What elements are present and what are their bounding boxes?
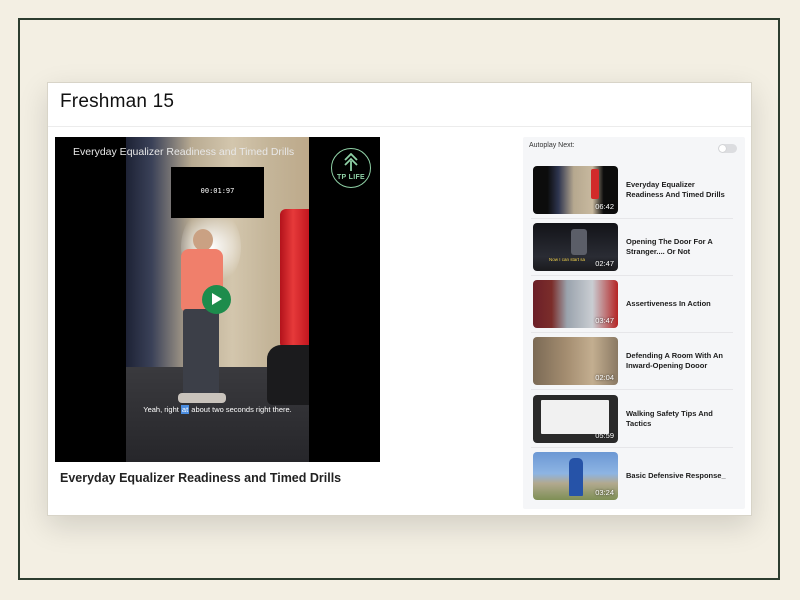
- item-divider: [531, 389, 733, 390]
- video-overlay-title: Everyday Equalizer Readiness and Timed D…: [73, 146, 295, 158]
- person-shoes: [178, 393, 226, 403]
- playlist-item[interactable]: Now I can start sa 02:47 Opening The Doo…: [531, 222, 733, 276]
- autoplay-label: Autoplay Next:: [529, 142, 575, 149]
- video-thumbnail: 06:42: [533, 166, 618, 214]
- video-thumbnail: 03:47: [533, 280, 618, 328]
- autoplay-toggle[interactable]: [718, 144, 737, 153]
- video-thumbnail: Now I can start sa 02:47: [533, 223, 618, 271]
- playlist-item-title: Defending A Room With An Inward-Opening …: [626, 351, 724, 370]
- play-button[interactable]: [202, 285, 231, 314]
- playlist-item[interactable]: 02:04 Defending A Room With An Inward-Op…: [531, 336, 733, 390]
- play-icon: [212, 293, 222, 305]
- caption-highlight: at: [180, 405, 190, 414]
- playlist-sidebar: Autoplay Next: 06:42 Everyday Equalizer …: [523, 137, 745, 509]
- tp-life-logo: TP LIFE: [331, 148, 371, 188]
- playlist-item[interactable]: 03:24 Basic Defensive Response_: [531, 451, 733, 501]
- timer-text: 00:01:97: [200, 187, 235, 195]
- timer-overlay: 00:01:97: [171, 167, 264, 218]
- video-duration: 03:24: [595, 488, 614, 497]
- playlist-item-title: Basic Defensive Response_: [626, 471, 726, 480]
- now-playing-title: Everyday Equalizer Readiness and Timed D…: [60, 471, 342, 485]
- video-thumbnail: 03:24: [533, 452, 618, 500]
- thumbnail-subtitle: Now I can start sa: [549, 257, 586, 262]
- playlist-item-title: Opening The Door For A Stranger.... Or N…: [626, 237, 713, 256]
- chevrons-up-icon: [344, 153, 358, 171]
- item-divider: [531, 447, 733, 448]
- punching-bag: [280, 209, 309, 349]
- video-player[interactable]: Everyday Equalizer Readiness and Timed D…: [55, 137, 380, 462]
- page-card: Freshman 15 Everyday Equalizer Readiness…: [47, 82, 752, 516]
- item-divider: [531, 275, 733, 276]
- playlist-item-title: Everyday Equalizer Readiness And Timed D…: [626, 180, 725, 199]
- video-duration: 02:04: [595, 373, 614, 382]
- video-duration: 03:47: [595, 316, 614, 325]
- video-thumbnail: 05:59: [533, 395, 618, 443]
- subtitle-caption: Yeah, right at about two seconds right t…: [55, 405, 380, 414]
- video-duration: 02:47: [595, 259, 614, 268]
- autoplay-toggle-knob: [719, 145, 726, 152]
- video-duration: 06:42: [595, 202, 614, 211]
- logo-text: TP LIFE: [336, 174, 366, 181]
- page-title: Freshman 15: [60, 91, 175, 112]
- punching-bag-base: [267, 345, 309, 405]
- video-thumbnail: 02:04: [533, 337, 618, 385]
- playlist-item-title: Assertiveness In Action: [626, 299, 711, 308]
- caption-part-2: about two seconds right there.: [189, 405, 292, 414]
- item-divider: [531, 332, 733, 333]
- title-divider: [48, 126, 751, 127]
- item-divider: [531, 218, 733, 219]
- playlist-item-title: Walking Safety Tips And Tactics: [626, 409, 713, 428]
- playlist-item[interactable]: 03:47 Assertiveness In Action: [531, 279, 733, 333]
- person-head: [193, 229, 213, 251]
- playlist-item[interactable]: 05:59 Walking Safety Tips And Tactics: [531, 394, 733, 448]
- caption-part-1: Yeah, right: [143, 405, 181, 414]
- person-legs: [183, 309, 219, 395]
- video-duration: 05:59: [595, 431, 614, 440]
- playlist-item[interactable]: 06:42 Everyday Equalizer Readiness And T…: [531, 165, 733, 219]
